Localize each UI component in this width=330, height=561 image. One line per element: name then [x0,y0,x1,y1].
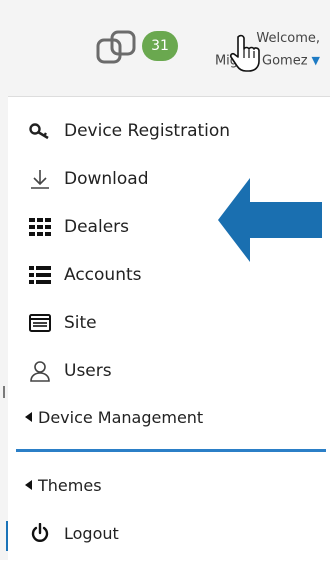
menu-item-label: Dealers [64,217,129,237]
key-icon [28,120,52,142]
menu-item-label: Device Management [38,407,204,427]
user-icon [28,360,52,382]
caret-left-icon [24,406,34,428]
edge-mark [3,386,5,398]
menu-item-label: Device Registration [64,121,231,141]
download-icon [28,168,52,190]
menu-item-label: Site [64,313,97,333]
chevron-down-icon: ▼ [311,54,320,67]
menu-item-site[interactable]: Site [8,301,330,345]
menu-item-label: Logout [64,523,119,543]
grid-icon [28,216,52,238]
window-icon [28,312,52,334]
menu-item-themes[interactable]: Themes [8,463,330,507]
caret-left-icon [24,474,34,496]
menu-item-logout[interactable]: Logout [8,511,330,555]
left-edge [0,96,8,560]
menu-item-device-registration[interactable]: Device Registration [8,109,330,153]
top-bar: 31 Welcome, Miguel Gomez ▼ [0,0,330,96]
menu-item-label: Users [64,361,112,381]
menu-item-users[interactable]: Users [8,349,330,393]
menu-item-device-management[interactable]: Device Management [8,395,330,439]
list-icon [28,264,52,286]
menu-divider [16,449,326,452]
menu-item-label: Themes [38,475,102,495]
dropdown-menu: Device Registration Download Dealers Acc… [8,96,330,561]
menu-item-label: Download [64,169,149,189]
arrow-left-icon [218,178,322,262]
notification-badge[interactable]: 31 [142,31,178,61]
power-icon [28,522,52,544]
menu-item-label: Accounts [64,265,142,285]
app-logo-icon[interactable] [95,28,139,68]
hand-cursor-icon [229,34,260,72]
